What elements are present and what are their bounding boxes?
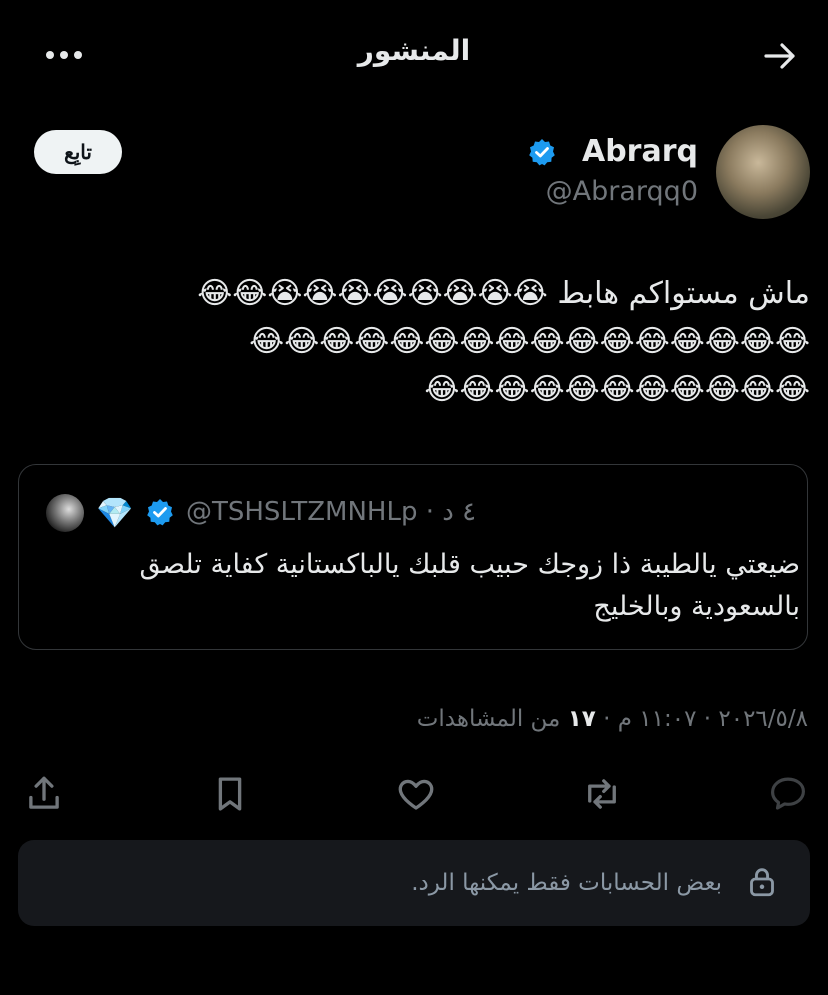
like-button[interactable] — [394, 772, 438, 816]
lock-icon — [750, 868, 774, 897]
reply-icon — [771, 777, 805, 810]
arrow-right-icon — [764, 43, 795, 69]
bookmark-button[interactable] — [208, 772, 252, 816]
emoji-line-2: 😂😂😂😂😂😂😂😂😂😂😂😂😂😂😂😂 — [249, 324, 810, 359]
tweet-date: ٢٠٢٦/٥/٨ — [718, 706, 808, 732]
retweet-icon — [588, 779, 616, 809]
quoted-author-avatar — [46, 494, 84, 532]
like-icon — [398, 779, 434, 810]
tweet-meta: ٢٠٢٦/٥/٨ · ١١:٠٧ م · ١٧ من المشاهدات — [417, 706, 808, 732]
author-handle[interactable]: @Abrarqq0 — [546, 176, 698, 207]
emoji-line-3: 😂😂😂😂😂😂😂😂😂😂😂 — [424, 372, 810, 407]
quoted-handle: @TSHSLTZMNHLp — [186, 497, 418, 527]
quoted-verified-badge-icon — [147, 499, 173, 526]
share-button[interactable] — [22, 772, 66, 816]
verified-badge-icon — [529, 139, 555, 166]
meta-separator: · — [696, 706, 719, 732]
share-icon — [29, 776, 59, 809]
follow-button[interactable]: تابِع — [34, 130, 122, 174]
emoji-line-1: 😭😭😭😭😭😭😭😭😂😂 — [197, 276, 548, 311]
meta-separator: · — [595, 706, 618, 732]
quoted-handle-line: @TSHSLTZMNHLp · ٤ د — [186, 497, 477, 527]
author-name[interactable]: Abrarq — [582, 134, 698, 169]
reply-restriction-text: بعض الحسابات فقط يمكنها الرد. — [411, 870, 722, 896]
quoted-tweet-text: ضيعتي يالطيبة ذا زوجك حبيب قلبك يالباكست… — [139, 549, 801, 622]
tweet-body-text: ماش مستواكم هابط — [557, 276, 810, 311]
retweet-button[interactable] — [580, 772, 624, 816]
tweet-text: ماش مستواكم هابط 😭😭😭😭😭😭😭😭😂😂 😂😂😂😂😂😂😂😂😂😂😂😂… — [18, 270, 810, 414]
diamond-badge-icon: 💎 — [96, 496, 134, 531]
views-count: ١٧ — [567, 706, 596, 732]
quoted-time: ٤ د — [442, 497, 477, 527]
views-label: من المشاهدات — [416, 706, 561, 732]
back-button[interactable] — [762, 38, 798, 74]
reply-button[interactable] — [766, 772, 810, 816]
page-title: المنشور — [357, 34, 471, 67]
author-avatar[interactable] — [716, 125, 810, 219]
tweet-time: ١١:٠٧ م — [617, 706, 697, 732]
bookmark-icon — [218, 777, 242, 811]
